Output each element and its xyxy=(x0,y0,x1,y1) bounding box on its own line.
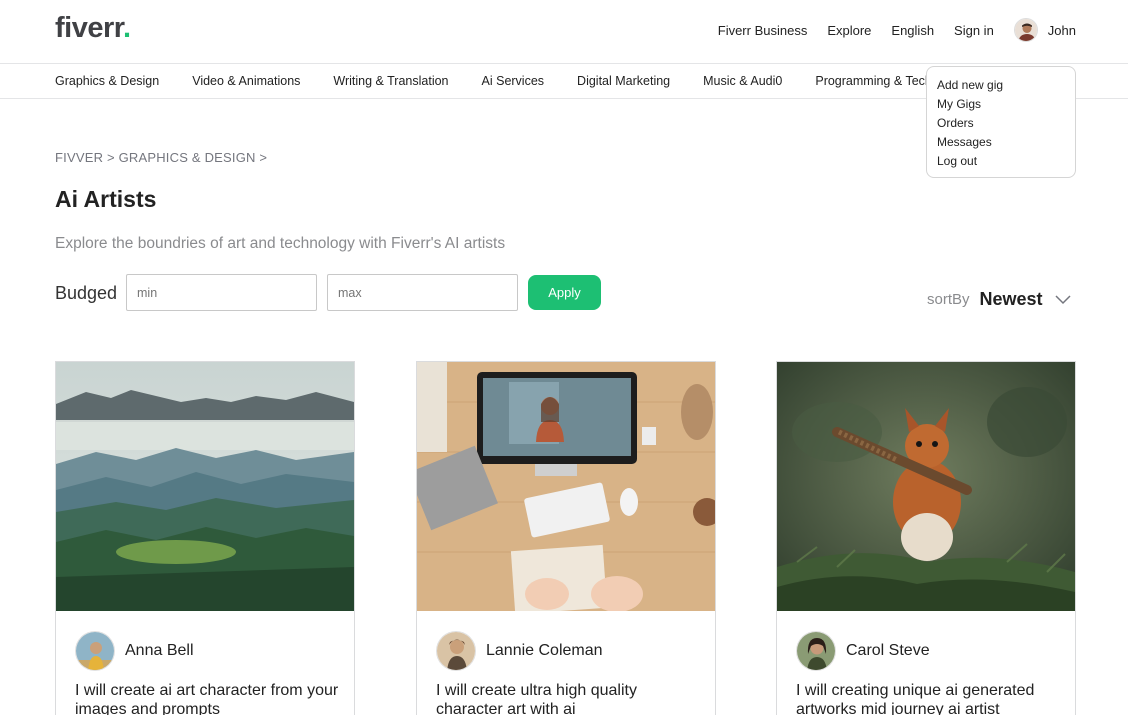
seller-info[interactable]: Anna Bell xyxy=(75,631,194,671)
category-ai-services[interactable]: Ai Services xyxy=(482,74,545,88)
menu-messages[interactable]: Messages xyxy=(937,133,1075,152)
nav-fiverr-business[interactable]: Fiverr Business xyxy=(718,23,808,38)
budget-min-input[interactable] xyxy=(126,274,317,311)
gig-title[interactable]: I will creating unique ai generated artw… xyxy=(796,681,1061,715)
category-programming-tech[interactable]: Programming & Tech xyxy=(815,74,932,88)
seller-avatar[interactable] xyxy=(796,631,836,671)
user-name[interactable]: John xyxy=(1048,23,1076,38)
budget-label: Budged xyxy=(55,283,118,303)
category-graphics-design[interactable]: Graphics & Design xyxy=(55,74,159,88)
apply-button[interactable]: Apply xyxy=(528,275,601,310)
gig-image-desk[interactable] xyxy=(417,362,715,611)
sort-label: sortBy xyxy=(927,291,970,308)
top-header: fiverr. Fiverr Business Explore English … xyxy=(0,0,1128,64)
top-nav: Fiverr Business Explore English Sign in … xyxy=(698,18,1076,42)
page-subtitle: Explore the boundries of art and technol… xyxy=(55,235,506,252)
user-avatar[interactable] xyxy=(1013,18,1038,42)
menu-my-gigs[interactable]: My Gigs xyxy=(937,95,1075,114)
seller-name[interactable]: Anna Bell xyxy=(125,642,194,660)
gig-title[interactable]: I will create ultra high quality charact… xyxy=(436,681,701,715)
user-avatar-image xyxy=(1014,19,1037,41)
user-dropdown-menu: Add new gig My Gigs Orders Messages Log … xyxy=(926,66,1076,178)
sort-dropdown[interactable]: sortBy Newest xyxy=(927,289,1071,310)
gig-card[interactable]: Anna Bell I will create ai art character… xyxy=(55,361,355,715)
seller-info[interactable]: Carol Steve xyxy=(796,631,930,671)
sort-value: Newest xyxy=(979,289,1043,309)
nav-language[interactable]: English xyxy=(891,23,934,38)
budget-max-input[interactable] xyxy=(327,274,518,311)
page-title: Ai Artists xyxy=(55,186,157,212)
menu-log-out[interactable]: Log out xyxy=(937,152,1075,171)
menu-add-new-gig[interactable]: Add new gig xyxy=(937,76,1075,95)
category-digital-marketing[interactable]: Digital Marketing xyxy=(577,74,670,88)
logo-text: fiverr xyxy=(55,12,123,44)
gig-image-squirrel[interactable] xyxy=(777,362,1075,611)
menu-orders[interactable]: Orders xyxy=(937,114,1075,133)
breadcrumb[interactable]: FIVVER > GRAPHICS & DESIGN > xyxy=(55,150,267,165)
nav-explore[interactable]: Explore xyxy=(827,23,871,38)
seller-avatar[interactable] xyxy=(75,631,115,671)
category-music-audio[interactable]: Music & Audi0 xyxy=(703,74,782,88)
category-video-animations[interactable]: Video & Animations xyxy=(192,74,300,88)
category-writing-translation[interactable]: Writing & Translation xyxy=(333,74,448,88)
seller-avatar-image xyxy=(437,632,475,670)
seller-name[interactable]: Carol Steve xyxy=(846,642,930,660)
gig-title[interactable]: I will create ai art character from your… xyxy=(75,681,340,715)
seller-avatar-image xyxy=(76,632,114,670)
seller-name[interactable]: Lannie Coleman xyxy=(486,642,603,660)
seller-avatar[interactable] xyxy=(436,631,476,671)
nav-sign-in[interactable]: Sign in xyxy=(954,23,994,38)
fiverr-logo[interactable]: fiverr. xyxy=(55,12,131,45)
chevron-down-icon xyxy=(1055,294,1071,304)
gig-card[interactable]: Lannie Coleman I will create ultra high … xyxy=(416,361,716,715)
logo-dot: . xyxy=(122,12,131,44)
gig-image-mountains[interactable] xyxy=(56,362,354,611)
seller-info[interactable]: Lannie Coleman xyxy=(436,631,603,671)
gig-card[interactable]: Carol Steve I will creating unique ai ge… xyxy=(776,361,1076,715)
seller-avatar-image xyxy=(797,632,835,670)
